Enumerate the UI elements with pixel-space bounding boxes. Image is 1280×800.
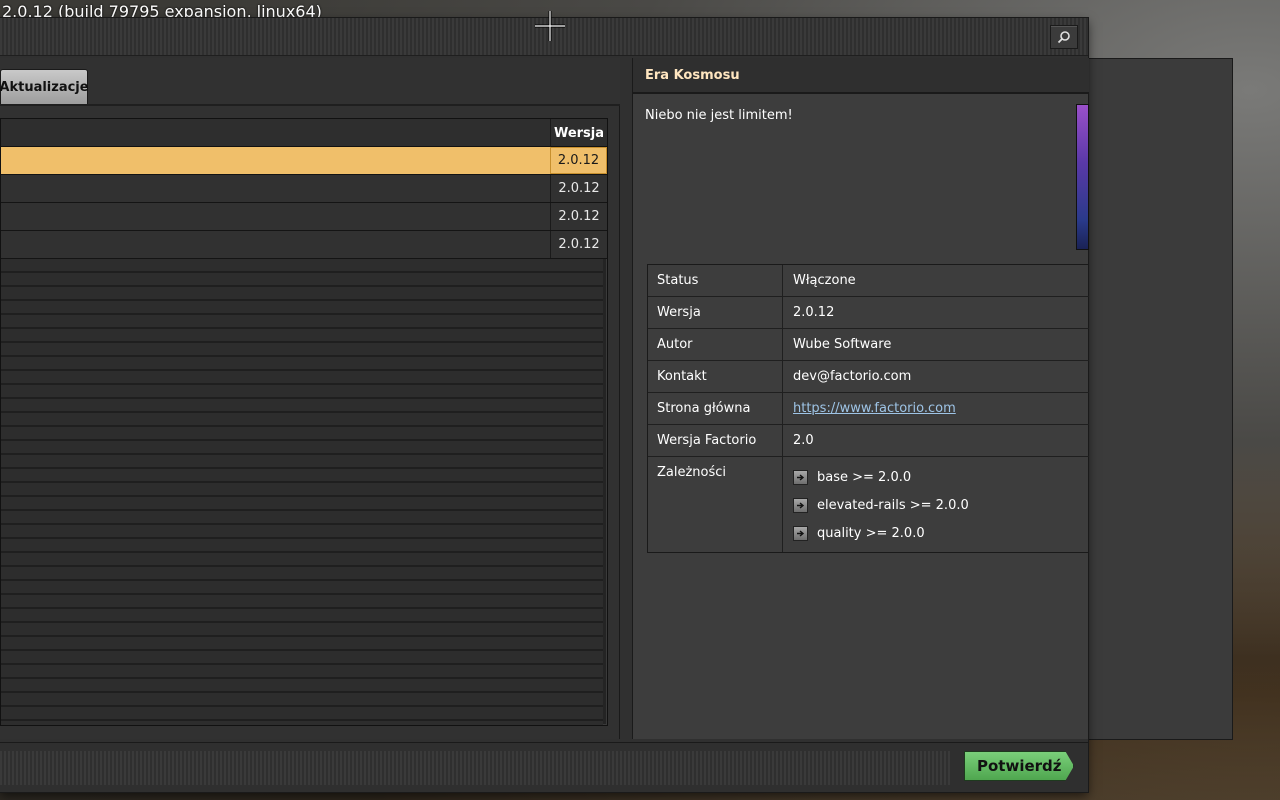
table-row[interactable]: 2.0.12 xyxy=(1,147,607,175)
info-key: Wersja Factorio xyxy=(648,425,783,456)
table-row[interactable]: 2.0.12 xyxy=(1,175,607,203)
info-value: dev@factorio.com xyxy=(793,369,912,384)
tab-updates[interactable]: Aktualizacje xyxy=(0,69,89,104)
arrow-right-icon xyxy=(793,525,808,541)
info-row-contact: Kontakt dev@factorio.com xyxy=(648,361,1089,393)
row-main-cell xyxy=(1,175,550,202)
footer-bar xyxy=(0,751,950,785)
info-row-status: Status Włączone xyxy=(648,265,1089,297)
dependency-item[interactable]: base >= 2.0.0 xyxy=(793,463,969,491)
info-value: https://www.factorio.com xyxy=(783,393,1089,424)
mods-window: Aktualizacje Wersja 2.0.12 2.0.12 2.0.12… xyxy=(0,18,1089,792)
row-main-cell xyxy=(1,203,550,230)
mod-thumbnail xyxy=(1076,104,1089,250)
row-version-cell: 2.0.12 xyxy=(550,203,607,230)
info-row-dependencies: Zależności base >= 2.0.0 elevated-rails … xyxy=(648,457,1089,552)
empty-rows xyxy=(1,259,603,725)
arrow-right-icon xyxy=(793,469,808,485)
confirm-button[interactable]: Potwierdź xyxy=(964,751,1074,781)
row-main-cell xyxy=(1,231,550,258)
row-version-cell: 2.0.12 xyxy=(550,231,607,258)
info-key: Kontakt xyxy=(648,361,783,392)
table-row[interactable]: 2.0.12 xyxy=(1,231,607,259)
info-value: Wube Software xyxy=(793,337,892,352)
search-icon xyxy=(1057,31,1070,44)
row-version-cell: 2.0.12 xyxy=(550,147,607,174)
dependency-label: elevated-rails >= 2.0.0 xyxy=(817,497,969,513)
row-main-cell xyxy=(1,147,550,174)
info-row-homepage: Strona główna https://www.factorio.com xyxy=(648,393,1089,425)
info-value: 2.0.12 xyxy=(793,305,835,320)
homepage-link[interactable]: https://www.factorio.com xyxy=(793,401,956,416)
info-value: Włączone xyxy=(793,273,856,288)
info-key: Wersja xyxy=(648,297,783,328)
info-row-factorio-version: Wersja Factorio 2.0 xyxy=(648,425,1089,457)
info-key: Zależności xyxy=(648,457,783,552)
mod-list-panel: Aktualizacje Wersja 2.0.12 2.0.12 2.0.12… xyxy=(0,58,620,739)
mod-details-panel: Era Kosmosu Niebo nie jest limitem! Stat… xyxy=(632,58,1089,739)
mod-info-table: Status Włączone Wersja 2.0.12 Autor Wube… xyxy=(647,264,1089,553)
search-button[interactable] xyxy=(1050,25,1078,49)
column-header-version[interactable]: Wersja xyxy=(550,119,607,147)
table-header: Wersja xyxy=(1,119,607,147)
dependency-item[interactable]: quality >= 2.0.0 xyxy=(793,519,969,547)
crosshair-icon xyxy=(535,11,565,41)
mod-description: Niebo nie jest limitem! xyxy=(645,108,793,123)
side-panel xyxy=(1088,58,1233,740)
info-row-version: Wersja 2.0.12 xyxy=(648,297,1089,329)
arrow-right-icon xyxy=(793,497,808,513)
row-version-cell: 2.0.12 xyxy=(550,175,607,202)
window-footer: Potwierdź xyxy=(0,742,1088,792)
dependency-list: base >= 2.0.0 elevated-rails >= 2.0.0 qu… xyxy=(783,457,969,552)
mod-table: Wersja 2.0.12 2.0.12 2.0.12 2.0.12 xyxy=(0,118,608,726)
dependency-label: quality >= 2.0.0 xyxy=(817,525,925,541)
table-row[interactable]: 2.0.12 xyxy=(1,203,607,231)
dependency-label: base >= 2.0.0 xyxy=(817,469,912,485)
mod-title: Era Kosmosu xyxy=(633,58,1089,94)
info-value: 2.0 xyxy=(793,433,814,448)
info-key: Status xyxy=(648,265,783,296)
info-key: Strona główna xyxy=(648,393,783,424)
dependency-item[interactable]: elevated-rails >= 2.0.0 xyxy=(793,491,969,519)
tab-strip: Aktualizacje xyxy=(0,58,620,106)
info-key: Autor xyxy=(648,329,783,360)
info-row-author: Autor Wube Software xyxy=(648,329,1089,361)
